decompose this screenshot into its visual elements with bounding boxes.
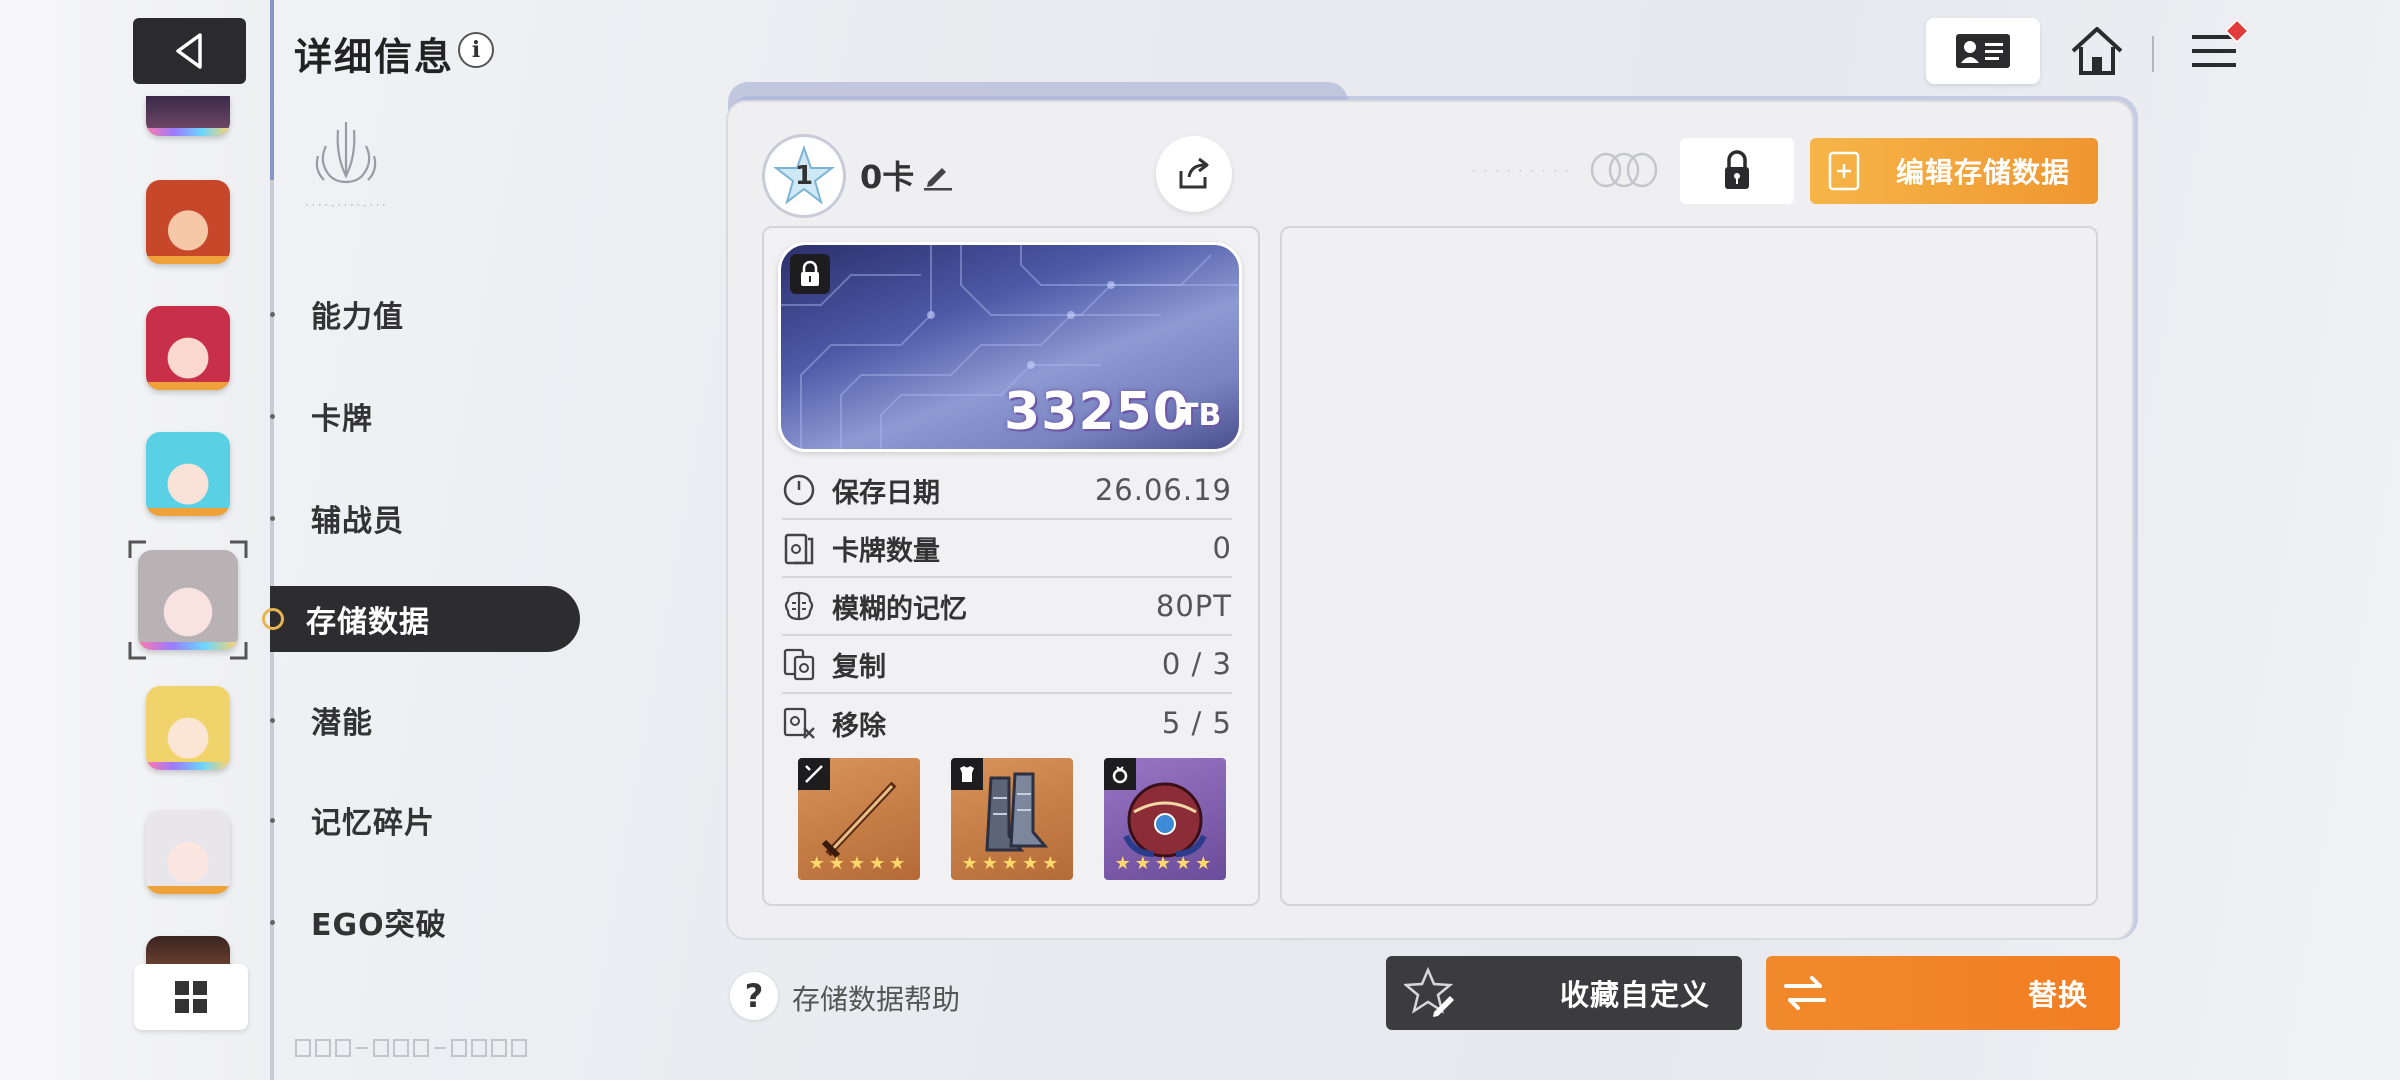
- share-button[interactable]: [1156, 136, 1232, 212]
- equipment-slot-armor[interactable]: ★★★★★: [951, 758, 1073, 880]
- equipment-slot-weapon[interactable]: ★★★★★: [798, 758, 920, 880]
- storage-capacity-unit: TB: [1178, 398, 1222, 433]
- help-link[interactable]: 存储数据帮助: [792, 978, 960, 1018]
- remove-icon: [783, 707, 815, 739]
- decorative-text: · · · · · · · · ·: [1472, 164, 1571, 178]
- stat-label: 移除: [832, 710, 886, 742]
- rail-accent: [270, 0, 274, 180]
- edit-save-data-label: 编辑存储数据: [1896, 156, 2071, 189]
- profile-card-button[interactable]: [1926, 18, 2040, 84]
- grid-icon: [175, 981, 207, 1013]
- back-button[interactable]: [133, 18, 246, 84]
- nav-item-label: EGO突破: [311, 908, 447, 943]
- stat-row-card-count: 卡牌数量 0: [782, 520, 1232, 578]
- svg-text:····-····-···: ····-····-···: [304, 201, 387, 211]
- nav-item-label: 辅战员: [311, 504, 404, 539]
- stat-value: 80PT: [1155, 589, 1232, 623]
- id-card-icon: [1956, 34, 2010, 68]
- info-icon[interactable]: i: [458, 32, 494, 68]
- nav-dot: [270, 817, 275, 823]
- nav-item-ego-breakthrough[interactable]: EGO突破: [270, 890, 580, 954]
- laurel-emblem-icon: ····-····-···: [304, 122, 387, 211]
- stat-label: 模糊的记忆: [832, 593, 967, 625]
- brain-icon: [784, 591, 814, 621]
- character-portrait[interactable]: [146, 810, 230, 894]
- decorative-code-pattern: [295, 1039, 527, 1057]
- stat-label: 卡牌数量: [832, 535, 940, 567]
- ring-slot-icon: [1104, 758, 1136, 790]
- character-portrait[interactable]: [146, 306, 230, 390]
- nav-dot: [270, 311, 275, 317]
- rarity-stars: ★★★★★: [1114, 853, 1216, 874]
- nav-item-partner[interactable]: 辅战员: [270, 486, 580, 550]
- home-button[interactable]: [2064, 18, 2130, 84]
- grid-view-button[interactable]: [134, 964, 248, 1030]
- lock-button[interactable]: [1680, 138, 1794, 204]
- star-edit-icon: [1404, 966, 1454, 1017]
- nav-item-label: 能力值: [311, 300, 404, 335]
- star-level-badge: 1: [762, 134, 846, 218]
- stat-row-vague-memory: 模糊的记忆 80PT: [782, 578, 1232, 636]
- lock-icon: [1725, 150, 1749, 189]
- nav-item-memory-fragments[interactable]: 记忆碎片: [270, 788, 580, 852]
- nav-item-stats[interactable]: 能力值: [270, 282, 580, 346]
- nav-item-label: 存储数据: [306, 605, 430, 640]
- replace-label: 替换: [2027, 978, 2088, 1012]
- stat-value: 5 / 5: [1161, 706, 1232, 740]
- back-arrow-icon: [175, 33, 202, 69]
- swap-arrows-icon: [1784, 976, 1826, 1010]
- nav-item-potential[interactable]: 潜能: [270, 688, 580, 752]
- stat-value: 26.06.19: [1094, 473, 1232, 507]
- character-portrait[interactable]: [146, 432, 230, 516]
- cards-icon: [784, 533, 814, 565]
- help-icon[interactable]: ?: [730, 972, 778, 1020]
- card-lock-icon: [790, 254, 830, 294]
- character-portrait[interactable]: [146, 686, 230, 770]
- star-level-value: 1: [794, 161, 814, 191]
- deck-name: 0卡: [860, 158, 915, 196]
- character-portrait[interactable]: [146, 936, 230, 966]
- edit-save-data-button[interactable]: 编辑存储数据: [1810, 138, 2098, 204]
- clock-icon: [783, 474, 815, 506]
- stat-row-save-date: 保存日期 26.06.19: [782, 462, 1232, 520]
- replace-button[interactable]: 替换: [1766, 956, 2120, 1030]
- home-icon: [2071, 27, 2123, 75]
- nav-item-save-data[interactable]: 存储数据: [262, 586, 580, 652]
- character-portrait[interactable]: [146, 96, 230, 136]
- stat-label: 保存日期: [832, 477, 940, 509]
- stat-value: 0: [1212, 531, 1232, 565]
- collect-custom-button[interactable]: 收藏自定义: [1386, 956, 1742, 1030]
- card-list-area: [1280, 226, 2098, 906]
- nav-active-indicator: [262, 608, 284, 630]
- nav-dot: [270, 413, 275, 419]
- rarity-stars: ★★★★★: [808, 853, 910, 874]
- character-portrait[interactable]: [146, 180, 230, 264]
- nav-item-label: 潜能: [311, 706, 373, 741]
- stat-row-remove: 移除 5 / 5: [782, 694, 1232, 752]
- nav-dot: [270, 515, 275, 521]
- nav-dot: [270, 717, 275, 723]
- character-portrait-selected[interactable]: [138, 550, 238, 650]
- nav-item-label: 记忆碎片: [311, 806, 435, 841]
- collect-custom-label: 收藏自定义: [1559, 978, 1710, 1012]
- rings-decoration-icon: [1590, 152, 1658, 188]
- equipment-slot-accessory[interactable]: ★★★★★: [1104, 758, 1226, 880]
- nav-item-label: 卡牌: [311, 402, 373, 437]
- edit-pencil-icon[interactable]: [920, 158, 954, 192]
- stat-row-copy: 复制 0 / 3: [782, 636, 1232, 694]
- share-icon: [1179, 157, 1209, 189]
- page-title: 详细信息: [294, 35, 455, 79]
- divider: [2152, 36, 2154, 72]
- stat-label: 复制: [832, 651, 886, 683]
- weapon-slot-icon: [798, 758, 830, 790]
- armor-slot-icon: [951, 758, 983, 790]
- storage-capacity-value: 33250: [1004, 382, 1190, 442]
- nav-dot: [270, 919, 275, 925]
- copy-icon: [783, 648, 815, 681]
- stat-value: 0 / 3: [1161, 647, 1232, 681]
- rarity-stars: ★★★★★: [961, 853, 1063, 874]
- nav-item-cards[interactable]: 卡牌: [270, 384, 580, 448]
- card-add-icon: [1828, 151, 1860, 191]
